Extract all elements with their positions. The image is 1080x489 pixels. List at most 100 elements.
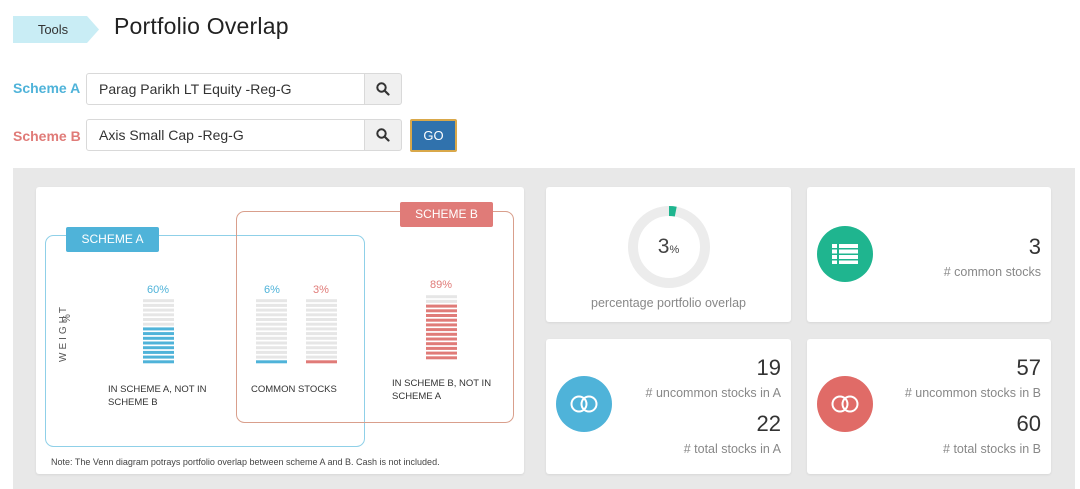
common-stocks-label: # common stocks <box>943 265 1041 279</box>
scheme-a-uncommon-value: 19 <box>756 355 781 380</box>
bar-only-a <box>143 299 174 364</box>
scheme-b-search-button[interactable] <box>364 119 402 151</box>
common-a-bar-segment <box>256 299 287 303</box>
common-b-bar-segment <box>306 327 337 331</box>
only-a-bar-segment <box>143 318 174 321</box>
common-b-bar-segment <box>306 318 337 321</box>
common-b-bar-segment <box>306 360 337 364</box>
page-title: Portfolio Overlap <box>114 13 289 39</box>
common-stocks-icon-circle <box>817 226 873 282</box>
common-stocks-card: 3 # common stocks <box>807 187 1051 322</box>
only-b-bar-segment <box>426 299 457 303</box>
only-b-bar-segment <box>426 314 457 317</box>
only-b-bar-segment <box>426 309 457 313</box>
scheme-a-total-label: # total stocks in A <box>683 442 781 456</box>
only-a-bar-segment <box>143 355 174 359</box>
scheme-b-uncommon-value: 57 <box>1016 355 1041 380</box>
overlap-value: 3% <box>546 235 791 259</box>
common-b-bar-segment <box>306 336 337 340</box>
common-b-bar-segment <box>306 355 337 359</box>
scheme-a-input[interactable] <box>86 73 366 105</box>
only-a-bar-segment <box>143 346 174 350</box>
only-a-bar-segment <box>143 327 174 331</box>
common-b-bar-segment <box>306 313 337 317</box>
common-a-bar-segment <box>256 322 287 326</box>
common-a-bar-segment <box>256 336 287 340</box>
venn-diagram-card: SCHEME A SCHEME B % WEIGHT 60% 6% 3% 89%… <box>36 187 524 474</box>
common-a-bar-segment <box>256 341 287 345</box>
bar-common-a <box>256 299 287 364</box>
only-a-bar-segment <box>143 308 174 312</box>
common-a-bar-segment <box>256 360 287 364</box>
only-a-bar-segment <box>143 341 174 345</box>
search-icon <box>376 128 390 142</box>
list-icon <box>832 244 858 264</box>
only-a-bar-segment <box>143 299 174 303</box>
scheme-a-label: Scheme A <box>13 80 81 96</box>
common-a-percent: 6% <box>264 284 280 296</box>
common-b-bar-segment <box>306 299 337 303</box>
common-a-bar-segment <box>256 303 287 307</box>
bar-common-b <box>306 299 337 364</box>
only-a-bar-segment <box>143 303 174 307</box>
scheme-a-region <box>45 235 365 447</box>
common-b-bar-segment <box>306 346 337 350</box>
only-b-bar-segment <box>426 328 457 332</box>
go-button[interactable]: GO <box>410 119 457 152</box>
scheme-a-stats-card: 19 # uncommon stocks in A 22 # total sto… <box>546 339 791 474</box>
common-b-bar-segment <box>306 332 337 336</box>
scheme-b-total-value: 60 <box>1016 411 1041 436</box>
common-b-bar-segment <box>306 322 337 326</box>
common-b-bar-segment <box>306 308 337 312</box>
common-a-bar-segment <box>256 332 287 336</box>
only-b-caption: IN SCHEME B, NOT IN SCHEME A <box>392 378 492 402</box>
overlap-label: percentage portfolio overlap <box>591 296 746 310</box>
only-b-bar-segment <box>426 351 457 355</box>
common-a-bar-segment <box>256 318 287 321</box>
only-a-bar-segment <box>143 332 174 336</box>
bar-only-b <box>426 295 457 360</box>
only-b-bar-segment <box>426 318 457 322</box>
overlap-number: 3 <box>657 235 670 258</box>
breadcrumb-tools[interactable]: Tools <box>13 16 99 43</box>
common-caption: COMMON STOCKS <box>251 384 337 395</box>
only-a-caption: IN SCHEME A, NOT IN SCHEME B <box>108 384 207 408</box>
toggle-circles-icon <box>570 395 598 413</box>
common-a-bar-segment <box>256 308 287 312</box>
common-stocks-value: 3 <box>1028 234 1041 259</box>
common-a-bar-segment <box>256 350 287 354</box>
overlap-card: 3% percentage portfolio overlap <box>546 187 791 322</box>
common-a-bar-segment <box>256 355 287 359</box>
scheme-b-icon-circle <box>817 376 873 432</box>
only-b-bar-segment <box>426 342 457 346</box>
toggle-circles-icon <box>831 395 859 413</box>
scheme-a-uncommon-label: # uncommon stocks in A <box>645 386 781 400</box>
scheme-a-icon-circle <box>556 376 612 432</box>
only-a-percent: 60% <box>146 284 170 296</box>
scheme-a-search-button[interactable] <box>364 73 402 105</box>
scheme-a-total-value: 22 <box>756 411 781 436</box>
page: Tools Portfolio Overlap Scheme A Scheme … <box>0 0 1080 489</box>
common-a-bar-segment <box>256 346 287 350</box>
overlap-unit: % <box>669 244 680 256</box>
scheme-b-stats-card: 57 # uncommon stocks in B 60 # total sto… <box>807 339 1051 474</box>
only-a-bar-segment <box>143 313 174 317</box>
scheme-b-tag: SCHEME B <box>400 202 493 227</box>
common-b-bar-segment <box>306 303 337 307</box>
y-axis-label: WEIGHT <box>58 304 69 362</box>
only-b-bar-segment <box>426 337 457 341</box>
only-b-bar-segment <box>426 346 457 350</box>
search-icon <box>376 82 390 96</box>
only-b-bar-segment <box>426 332 457 336</box>
only-b-bar-segment <box>426 323 457 327</box>
common-a-bar-segment <box>256 313 287 317</box>
venn-note: Note: The Venn diagram potrays portfolio… <box>51 457 440 467</box>
common-a-bar-segment <box>256 327 287 331</box>
common-b-bar-segment <box>306 350 337 354</box>
scheme-b-total-label: # total stocks in B <box>943 442 1041 456</box>
only-b-percent: 89% <box>429 279 453 291</box>
only-a-bar-segment <box>143 350 174 354</box>
only-a-bar-segment <box>143 336 174 340</box>
scheme-b-input[interactable] <box>86 119 366 151</box>
scheme-b-label: Scheme B <box>13 128 81 144</box>
